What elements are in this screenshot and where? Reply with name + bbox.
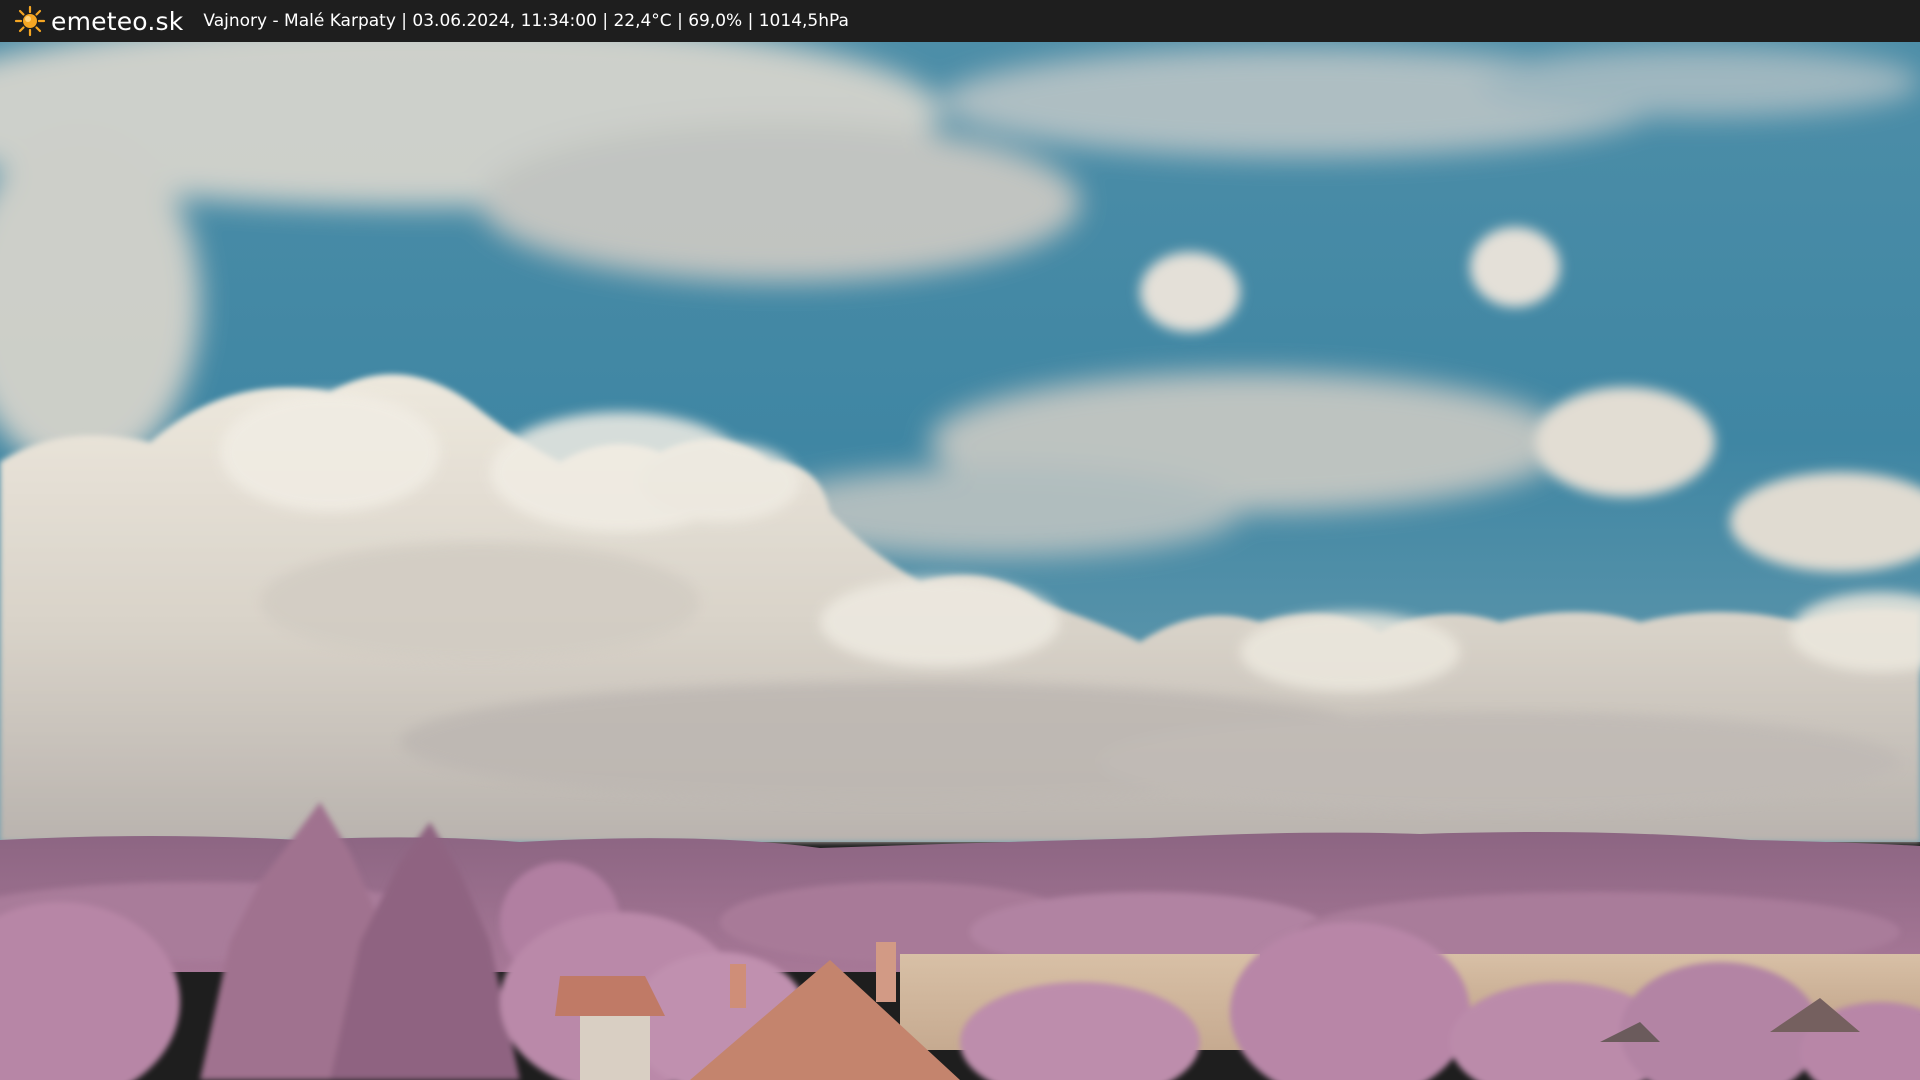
top-info-bar: emeteo.sk Vajnory - Malé Karpaty | 03.06… xyxy=(0,0,1920,42)
webcam-image xyxy=(0,42,1920,1080)
webcam-frame: emeteo.sk Vajnory - Malé Karpaty | 03.06… xyxy=(0,0,1920,1080)
brand-name: emeteo.sk xyxy=(51,6,184,36)
sun-icon xyxy=(14,5,46,37)
weather-status-text: Vajnory - Malé Karpaty | 03.06.2024, 11:… xyxy=(203,11,849,31)
brand-logo[interactable]: emeteo.sk xyxy=(14,0,183,42)
